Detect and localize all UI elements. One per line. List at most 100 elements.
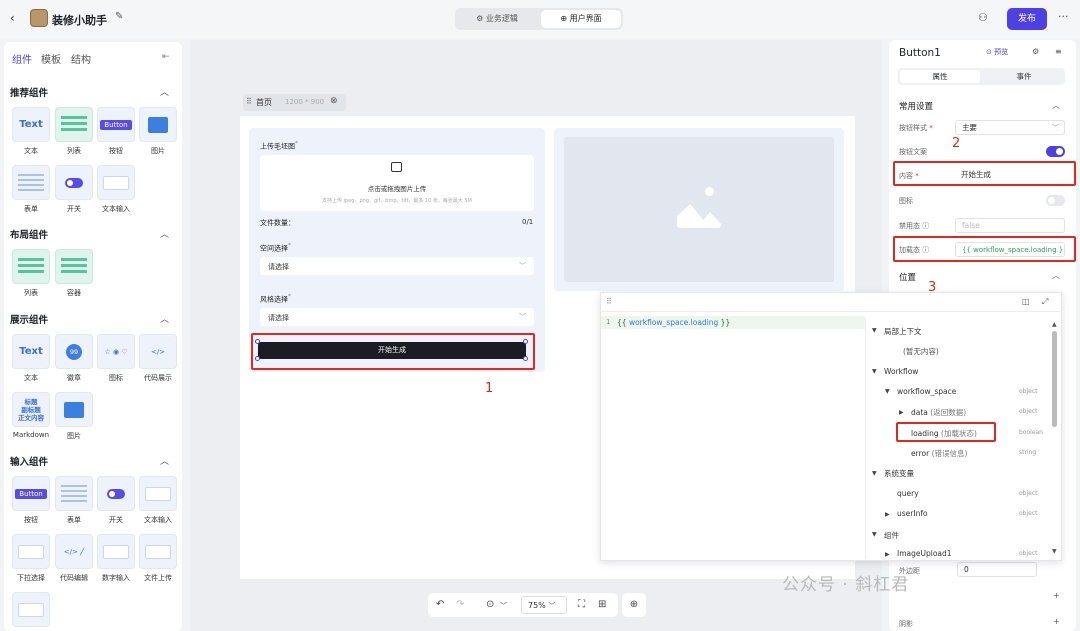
gear-icon[interactable]: ⊗: [330, 96, 338, 106]
settings-icon[interactable]: ⚙: [1032, 47, 1039, 56]
button-style-select[interactable]: 主要 ﹀: [955, 120, 1065, 135]
comp-container[interactable]: [55, 249, 93, 284]
tab-properties[interactable]: 属性: [900, 70, 980, 83]
add-page-icon[interactable]: ⊕: [622, 593, 646, 617]
comp-input-text[interactable]: [139, 476, 177, 511]
tab-components[interactable]: 组件: [12, 51, 32, 66]
comp-display-text[interactable]: Text: [12, 334, 50, 369]
drag-handle-icon[interactable]: ⠿: [246, 97, 252, 106]
caret-right-icon[interactable]: ▶: [899, 409, 904, 416]
grid-icon[interactable]: ⊞: [598, 599, 606, 610]
tree-item-workflow-space[interactable]: workflow_space: [897, 387, 956, 396]
tree-group-workflow[interactable]: Workflow: [884, 367, 918, 376]
tab-user-interface[interactable]: ⊕ 用户界面: [541, 10, 621, 28]
undo-icon[interactable]: ↶: [436, 599, 444, 610]
chevron-down-icon[interactable]: ﹀: [500, 601, 507, 611]
scroll-up-icon[interactable]: ▲: [1052, 321, 1057, 328]
chevron-up-icon[interactable]: ︿: [160, 454, 169, 467]
chevron-up-icon[interactable]: ︿: [160, 312, 169, 325]
button-text-label: 按钮文案: [899, 148, 927, 156]
caret-right-icon[interactable]: ▶: [885, 511, 890, 518]
caret-down-icon[interactable]: ▼: [872, 327, 877, 334]
comp-layout-list[interactable]: [12, 249, 50, 284]
scroll-down-icon[interactable]: ▼: [1052, 548, 1057, 555]
comp-text-input[interactable]: [97, 165, 135, 200]
component-name[interactable]: Button1: [899, 47, 941, 59]
caret-down-icon[interactable]: ▼: [885, 388, 890, 395]
comp-input-button[interactable]: Button: [12, 476, 50, 511]
comp-badge[interactable]: 99: [55, 334, 93, 369]
preview-button[interactable]: ⊙ 预览: [986, 47, 1008, 57]
tree-type: object: [1019, 388, 1038, 395]
mouse-icon[interactable]: ⊙: [486, 599, 494, 610]
caret-down-icon[interactable]: ▼: [872, 470, 877, 477]
comp-markdown[interactable]: 标题 副标题 正文内容: [12, 392, 50, 427]
icon-toggle[interactable]: [1046, 195, 1065, 206]
comp-form[interactable]: [12, 165, 50, 200]
tab-business-logic[interactable]: ⚙ 业务逻辑: [457, 10, 537, 28]
tree-item-userinfo[interactable]: userInfo: [897, 509, 928, 518]
zoom-select[interactable]: 75% ﹀: [521, 596, 567, 614]
caret-right-icon[interactable]: ▶: [885, 551, 890, 558]
tab-structure[interactable]: 结构: [71, 51, 91, 66]
page-tab[interactable]: ⠿ 首页 1200 * 900 ⊗: [243, 94, 346, 111]
panel-toggle-icon[interactable]: ◫: [1022, 297, 1030, 306]
tree-item-imageupload[interactable]: ImageUpload1: [897, 549, 952, 558]
tree-group-components[interactable]: 组件: [884, 530, 899, 541]
margin-input[interactable]: 0: [957, 562, 1037, 577]
edit-icon[interactable]: ✎: [115, 11, 123, 22]
drag-handle-icon[interactable]: ⠿: [606, 297, 612, 306]
chevron-up-icon[interactable]: ︿: [1052, 270, 1060, 281]
comp-file-upload[interactable]: [139, 534, 177, 569]
tree-type: object: [1019, 510, 1038, 517]
tab-templates[interactable]: 模板: [41, 51, 61, 66]
disabled-input[interactable]: false: [955, 218, 1065, 233]
caret-down-icon[interactable]: ▼: [872, 368, 877, 375]
page-size: 1200 * 900: [285, 98, 325, 106]
comp-extra[interactable]: [12, 592, 50, 627]
comp-number-input[interactable]: [97, 534, 135, 569]
tree-item-data[interactable]: data (返回数据): [911, 407, 966, 418]
caret-down-icon[interactable]: ▼: [872, 531, 877, 538]
comp-code-display[interactable]: </>: [139, 334, 177, 369]
chevron-up-icon[interactable]: ︿: [160, 85, 169, 98]
tree-group-system[interactable]: 系统变量: [884, 468, 914, 479]
redo-icon[interactable]: ↷: [456, 599, 464, 610]
chevron-up-icon[interactable]: ︿: [160, 227, 169, 240]
comp-image[interactable]: [139, 107, 177, 142]
tab-events[interactable]: 事件: [984, 70, 1064, 83]
comp-button[interactable]: Button: [97, 107, 135, 142]
tree-type: object: [1019, 408, 1038, 415]
comp-input-switch[interactable]: [97, 476, 135, 511]
collapse-panel-icon[interactable]: ⇤: [162, 52, 170, 62]
comp-switch[interactable]: [55, 165, 93, 200]
comp-label: 文本: [24, 374, 38, 382]
tree-item-query[interactable]: query: [897, 489, 919, 498]
comp-display-image[interactable]: [55, 392, 93, 427]
chevron-up-icon[interactable]: ︿: [1052, 100, 1060, 111]
fit-screen-icon[interactable]: ⛶: [578, 599, 585, 610]
comp-text[interactable]: Text: [12, 107, 50, 142]
comp-label: Markdown: [12, 431, 50, 439]
style-select[interactable]: 请选择 ﹀: [260, 308, 534, 326]
tree-item-error[interactable]: error (错误信息): [911, 448, 967, 459]
collaborators-icon[interactable]: ⚇: [978, 11, 988, 24]
more-icon[interactable]: ···: [1058, 10, 1069, 23]
code-expression[interactable]: {{ workflow_space.loading }}: [617, 318, 730, 327]
tree-group-local[interactable]: 局部上下文: [884, 326, 922, 337]
expand-icon[interactable]: ⤢: [1042, 297, 1048, 307]
publish-button[interactable]: 发布: [1007, 8, 1047, 30]
comp-icon[interactable]: ☆ ◉ ♡: [97, 334, 135, 369]
comp-code-editor[interactable]: </> ╱: [55, 534, 93, 569]
menu-icon[interactable]: ≡: [1055, 47, 1062, 56]
space-select[interactable]: 请选择 ﹀: [260, 257, 534, 275]
comp-input-form[interactable]: [55, 476, 93, 511]
comp-dropdown[interactable]: [12, 534, 50, 569]
add-icon[interactable]: +: [1053, 591, 1060, 600]
tree-scrollbar[interactable]: [1052, 331, 1057, 427]
tree-type: object: [1019, 490, 1038, 497]
comp-list[interactable]: [55, 107, 93, 142]
back-icon[interactable]: ‹: [10, 11, 15, 25]
add-icon[interactable]: +: [1053, 617, 1060, 626]
button-text-toggle[interactable]: [1046, 146, 1065, 157]
